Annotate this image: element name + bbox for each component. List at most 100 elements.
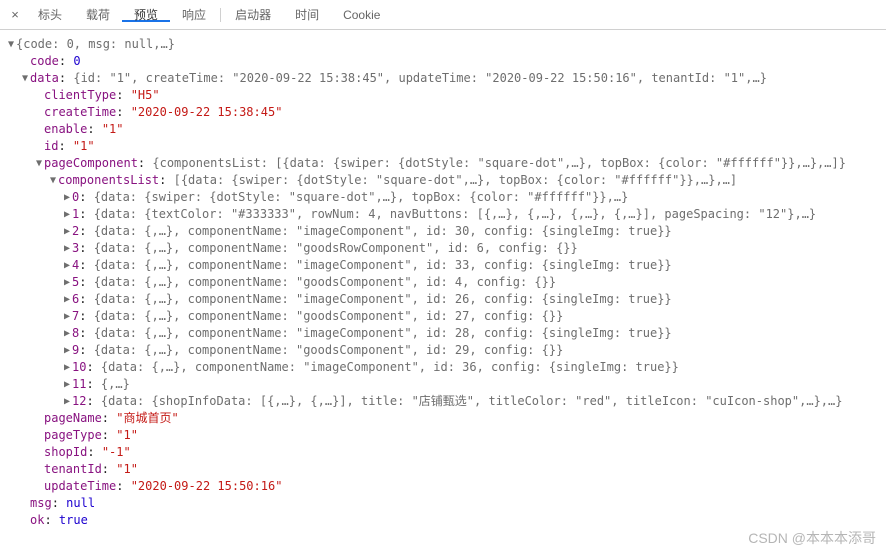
colon: : xyxy=(59,54,73,68)
json-preview-tree[interactable]: ▼{code: 0, msg: null,…}code: 0▼data: {id… xyxy=(0,30,886,542)
colon: : xyxy=(87,122,101,136)
tab-2[interactable]: 预览 xyxy=(122,8,170,22)
arrow-expanded-icon[interactable]: ▼ xyxy=(20,70,30,87)
tree-content: componentsList: [{data: {swiper: {dotSty… xyxy=(58,172,884,189)
arrow-collapsed-icon[interactable]: ▶ xyxy=(62,308,72,325)
tree-row[interactable]: ▼pageComponent: {componentsList: [{data:… xyxy=(6,155,884,172)
json-value: "-1" xyxy=(102,445,131,459)
tree-content: 2: {data: {,…}, componentName: "imageCom… xyxy=(72,223,884,240)
arrow-collapsed-icon[interactable]: ▶ xyxy=(62,223,72,240)
tree-content: 10: {data: {,…}, componentName: "imageCo… xyxy=(72,359,884,376)
tree-row[interactable]: updateTime: "2020-09-22 15:50:16" xyxy=(6,478,884,495)
close-icon[interactable]: × xyxy=(4,7,26,22)
json-value: {code: 0, msg: null,…} xyxy=(16,37,175,51)
json-value: [{data: {swiper: {dotStyle: "square-dot"… xyxy=(174,173,738,187)
tree-row[interactable]: ▶11: {,…} xyxy=(6,376,884,393)
json-value: "商城首页" xyxy=(116,411,178,425)
tree-row[interactable]: ▶1: {data: {textColor: "#333333", rowNum… xyxy=(6,206,884,223)
colon: : xyxy=(102,428,116,442)
tree-content: msg: null xyxy=(30,495,884,512)
tab-1[interactable]: 载荷 xyxy=(74,8,122,22)
json-value: "2020-09-22 15:50:16" xyxy=(131,479,283,493)
json-key: shopId xyxy=(44,445,87,459)
json-key: componentsList xyxy=(58,173,159,187)
json-value: null xyxy=(66,496,95,510)
colon: : xyxy=(59,71,73,85)
arrow-collapsed-icon[interactable]: ▶ xyxy=(62,257,72,274)
tree-row[interactable]: ▶7: {data: {,…}, componentName: "goodsCo… xyxy=(6,308,884,325)
colon: : xyxy=(79,275,93,289)
arrow-expanded-icon[interactable]: ▼ xyxy=(48,172,58,189)
colon: : xyxy=(79,326,93,340)
colon: : xyxy=(87,445,101,459)
arrow-collapsed-icon[interactable]: ▶ xyxy=(62,393,72,410)
tree-row[interactable]: ok: true xyxy=(6,512,884,529)
arrow-collapsed-icon[interactable]: ▶ xyxy=(62,189,72,206)
json-key: clientType xyxy=(44,88,116,102)
json-value: {id: "1", createTime: "2020-09-22 15:38:… xyxy=(73,71,767,85)
tree-row[interactable]: ▶5: {data: {,…}, componentName: "goodsCo… xyxy=(6,274,884,291)
tab-6[interactable]: Cookie xyxy=(331,8,392,22)
arrow-collapsed-icon[interactable]: ▶ xyxy=(62,274,72,291)
tab-0[interactable]: 标头 xyxy=(26,8,74,22)
tree-row[interactable]: code: 0 xyxy=(6,53,884,70)
tree-row[interactable]: ▼data: {id: "1", createTime: "2020-09-22… xyxy=(6,70,884,87)
tree-content: updateTime: "2020-09-22 15:50:16" xyxy=(44,478,884,495)
arrow-collapsed-icon[interactable]: ▶ xyxy=(62,376,72,393)
arrow-collapsed-icon[interactable]: ▶ xyxy=(62,291,72,308)
tree-content: 5: {data: {,…}, componentName: "goodsCom… xyxy=(72,274,884,291)
devtools-toolbar: × 标头载荷预览响应启动器时间Cookie xyxy=(0,0,886,30)
tree-row[interactable]: ▶8: {data: {,…}, componentName: "imageCo… xyxy=(6,325,884,342)
arrow-collapsed-icon[interactable]: ▶ xyxy=(62,325,72,342)
json-value: {componentsList: [{data: {swiper: {dotSt… xyxy=(152,156,846,170)
arrow-collapsed-icon[interactable]: ▶ xyxy=(62,240,72,257)
colon: : xyxy=(102,411,116,425)
arrow-collapsed-icon[interactable]: ▶ xyxy=(62,359,72,376)
tree-row[interactable]: ▶6: {data: {,…}, componentName: "imageCo… xyxy=(6,291,884,308)
tree-row[interactable]: pageType: "1" xyxy=(6,427,884,444)
json-key: id xyxy=(44,139,58,153)
tree-row[interactable]: ▼{code: 0, msg: null,…} xyxy=(6,36,884,53)
tree-row[interactable]: pageName: "商城首页" xyxy=(6,410,884,427)
tree-row[interactable]: ▶10: {data: {,…}, componentName: "imageC… xyxy=(6,359,884,376)
colon: : xyxy=(79,292,93,306)
colon: : xyxy=(52,496,66,510)
json-key: pageType xyxy=(44,428,102,442)
tab-3[interactable]: 响应 xyxy=(170,8,218,22)
tab-4[interactable]: 启动器 xyxy=(223,8,283,22)
arrow-expanded-icon[interactable]: ▼ xyxy=(34,155,44,172)
colon: : xyxy=(79,258,93,272)
colon: : xyxy=(102,462,116,476)
tab-5[interactable]: 时间 xyxy=(283,8,331,22)
json-value: {data: {,…}, componentName: "imageCompon… xyxy=(94,224,672,238)
arrow-collapsed-icon[interactable]: ▶ xyxy=(62,206,72,223)
tree-row[interactable]: shopId: "-1" xyxy=(6,444,884,461)
tree-row[interactable]: enable: "1" xyxy=(6,121,884,138)
colon: : xyxy=(79,241,93,255)
tree-content: ok: true xyxy=(30,512,884,529)
tree-row[interactable]: ▶3: {data: {,…}, componentName: "goodsRo… xyxy=(6,240,884,257)
json-value: {data: {,…}, componentName: "goodsCompon… xyxy=(94,343,564,357)
tree-content: 0: {data: {swiper: {dotStyle: "square-do… xyxy=(72,189,884,206)
tree-content: tenantId: "1" xyxy=(44,461,884,478)
json-key: 11 xyxy=(72,377,86,391)
tree-row[interactable]: tenantId: "1" xyxy=(6,461,884,478)
tree-row[interactable]: id: "1" xyxy=(6,138,884,155)
json-value: "2020-09-22 15:38:45" xyxy=(131,105,283,119)
tree-row[interactable]: ▼componentsList: [{data: {swiper: {dotSt… xyxy=(6,172,884,189)
tree-row[interactable]: msg: null xyxy=(6,495,884,512)
tree-row[interactable]: ▶12: {data: {shopInfoData: [{,…}, {,…}],… xyxy=(6,393,884,410)
arrow-collapsed-icon[interactable]: ▶ xyxy=(62,342,72,359)
colon: : xyxy=(159,173,173,187)
arrow-expanded-icon[interactable]: ▼ xyxy=(6,36,16,53)
tree-row[interactable]: ▶0: {data: {swiper: {dotStyle: "square-d… xyxy=(6,189,884,206)
tree-row[interactable]: ▶2: {data: {,…}, componentName: "imageCo… xyxy=(6,223,884,240)
tree-content: pageComponent: {componentsList: [{data: … xyxy=(44,155,884,172)
tree-row[interactable]: ▶9: {data: {,…}, componentName: "goodsCo… xyxy=(6,342,884,359)
tree-content: code: 0 xyxy=(30,53,884,70)
json-key: pageName xyxy=(44,411,102,425)
tree-row[interactable]: createTime: "2020-09-22 15:38:45" xyxy=(6,104,884,121)
tree-row[interactable]: clientType: "H5" xyxy=(6,87,884,104)
tree-row[interactable]: ▶4: {data: {,…}, componentName: "imageCo… xyxy=(6,257,884,274)
tree-content: 4: {data: {,…}, componentName: "imageCom… xyxy=(72,257,884,274)
